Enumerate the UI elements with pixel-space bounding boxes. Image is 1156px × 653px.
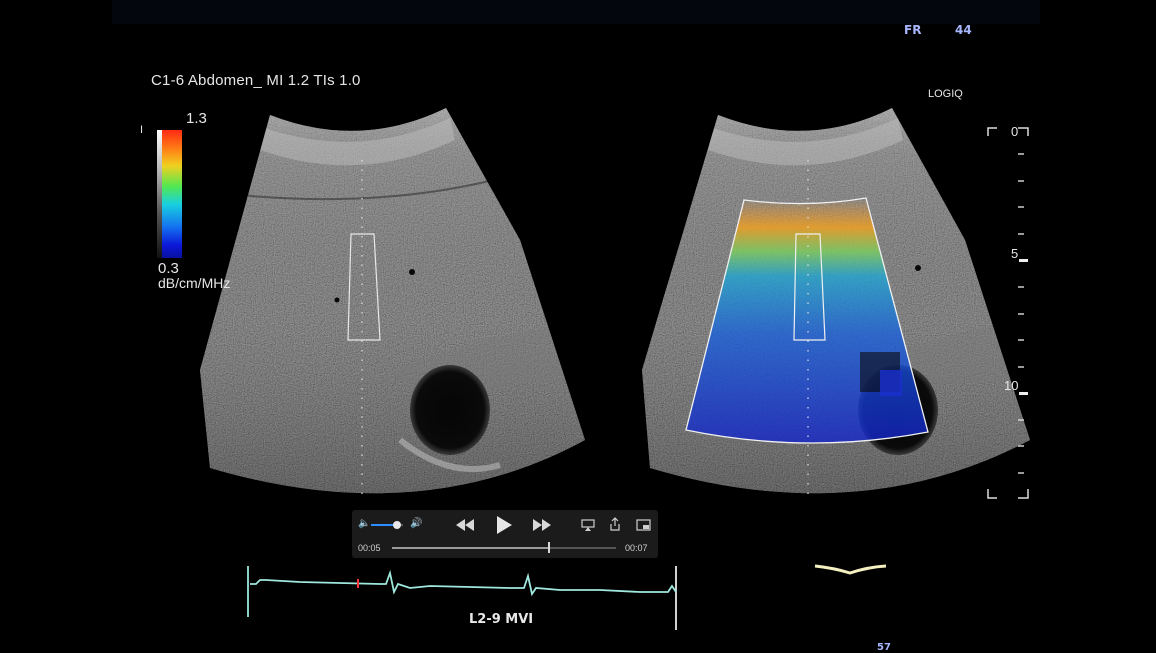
- video-player-controls: 🔈 🔊 00:05 00:07: [352, 510, 658, 558]
- depth-label-10: 10: [1004, 378, 1019, 393]
- progress-bar-fill: [392, 547, 549, 549]
- airplay-icon[interactable]: [581, 519, 595, 531]
- progress-bar-handle[interactable]: [547, 542, 550, 553]
- picture-in-picture-icon[interactable]: [636, 519, 651, 531]
- bottom-number-label: 57: [877, 642, 891, 653]
- duration-time: 00:07: [625, 543, 648, 553]
- play-icon[interactable]: [496, 516, 512, 534]
- volume-mute-icon[interactable]: 🔈: [358, 519, 370, 529]
- depth-label-0: 0: [1011, 124, 1019, 139]
- share-icon[interactable]: [609, 517, 621, 531]
- depth-label-5: 5: [1011, 246, 1019, 261]
- color-scale-bar: [162, 130, 182, 258]
- volume-slider-handle[interactable]: [392, 521, 401, 529]
- volume-max-icon[interactable]: 🔊: [410, 519, 422, 529]
- color-scale-max: 1.3: [186, 110, 207, 127]
- heart-rate-marker: [814, 564, 887, 575]
- fast-forward-icon[interactable]: [533, 519, 553, 531]
- ecg-trace: [247, 566, 677, 630]
- color-scale-tick: I: [140, 124, 144, 136]
- probe-mode-label: L2-9 MVI: [469, 612, 534, 627]
- left-ultrasound-image: [200, 108, 585, 494]
- color-scale-unit: dB/cm/MHz: [158, 275, 231, 291]
- rewind-icon[interactable]: [456, 519, 476, 531]
- current-time: 00:05: [358, 543, 381, 553]
